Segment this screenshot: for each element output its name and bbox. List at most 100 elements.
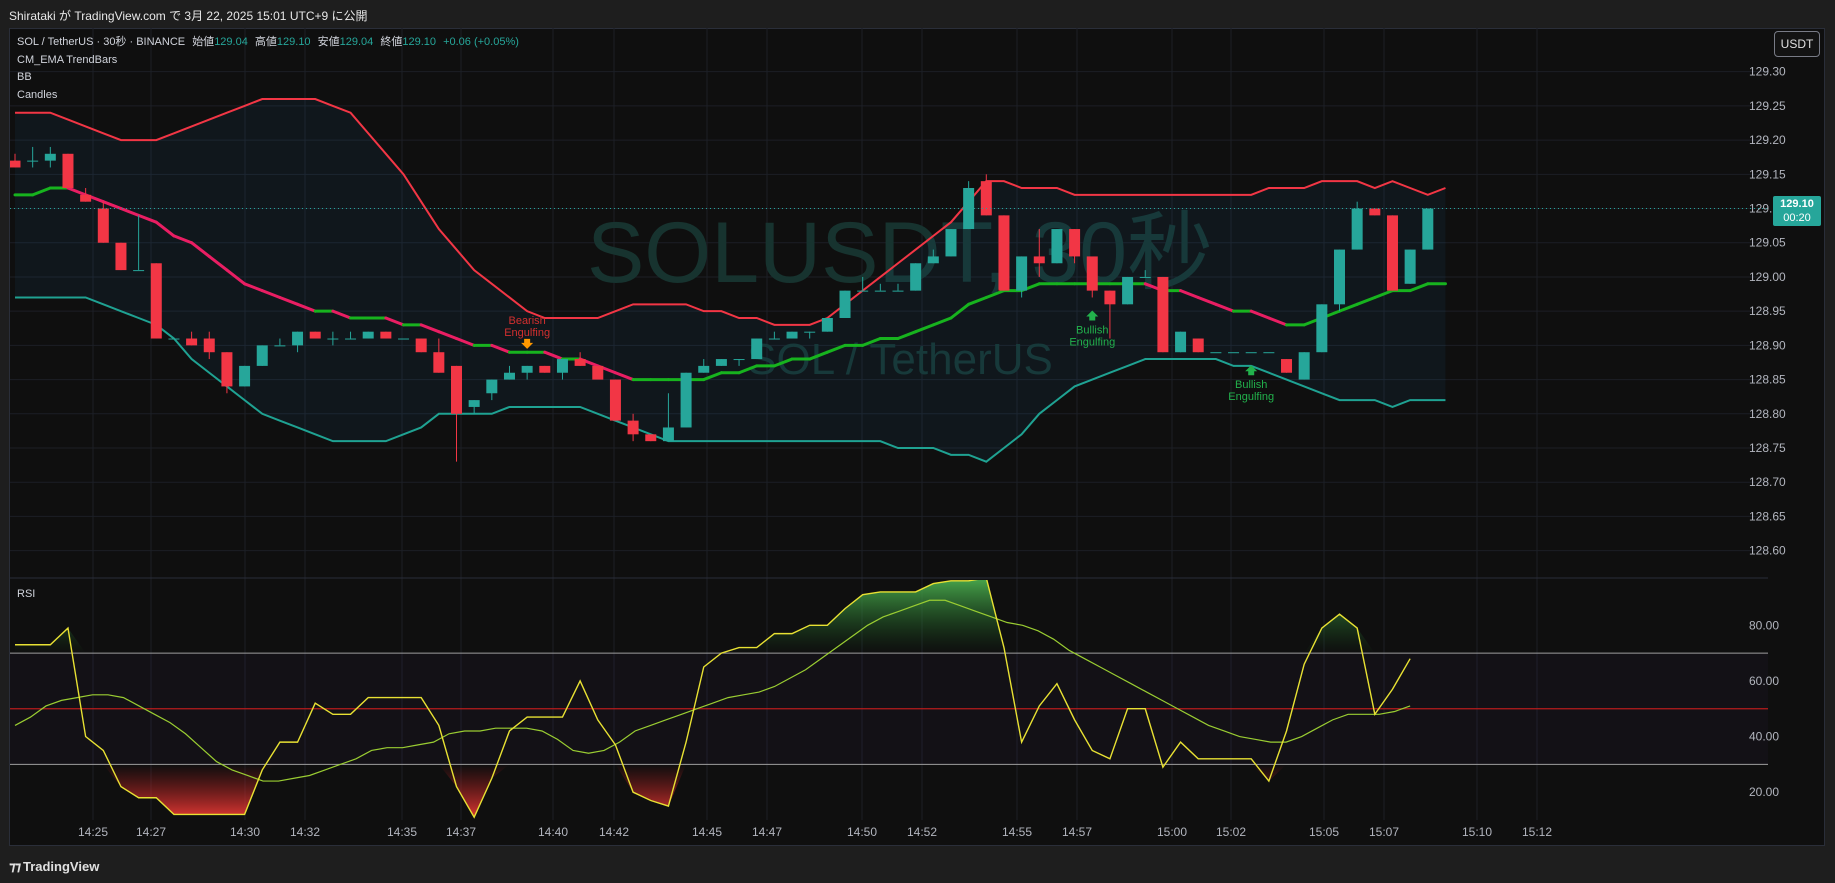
candle-body: [804, 331, 816, 333]
price-axis-tick: 128.90: [1749, 338, 1786, 352]
price-axis-tick: 128.80: [1749, 407, 1786, 421]
candle-body: [715, 359, 727, 366]
price-axis-tick: 129.25: [1749, 99, 1786, 113]
candle-body: [186, 338, 198, 346]
candle-body: [768, 338, 780, 340]
candle-body: [839, 290, 851, 318]
candle-body: [733, 359, 745, 361]
legend-change: +0.06 (+0.05%): [443, 36, 519, 48]
candle-body: [627, 420, 639, 435]
price-axis-tick: 128.75: [1749, 441, 1786, 455]
candle-body: [662, 427, 674, 442]
candle-body: [1386, 215, 1398, 291]
legend-low-label: 安値: [317, 36, 340, 48]
candle-body: [27, 160, 39, 162]
currency-button[interactable]: USDT: [1774, 31, 1820, 57]
candle-body: [1281, 359, 1293, 373]
candle-body: [468, 400, 480, 407]
candle-body: [1157, 276, 1169, 353]
candle-body: [309, 331, 321, 339]
candle-body: [609, 379, 621, 421]
pattern-label-bottom: Engulfing: [1228, 391, 1274, 403]
last-price-tag: 129.10 00:20: [1773, 196, 1821, 226]
price-axis-tick: 129.00: [1749, 270, 1786, 284]
price-axis-tick: 128.95: [1749, 304, 1786, 318]
candle-body: [1016, 256, 1028, 291]
candle-body: [115, 242, 127, 271]
time-axis-tick: 14:25: [78, 825, 108, 839]
candle-body: [1298, 352, 1310, 380]
rsi-overbought-fill: [15, 580, 1411, 654]
candle-body: [150, 263, 162, 339]
pattern-label-bottom: Engulfing: [504, 327, 550, 339]
candle-body: [1104, 290, 1116, 305]
candle-body: [1033, 256, 1045, 264]
candle-body: [1122, 276, 1134, 305]
time-axis-tick: 14:52: [907, 825, 937, 839]
time-axis-tick: 15:00: [1157, 825, 1187, 839]
tradingview-logo[interactable]: ⁊⁊ TradingView: [9, 859, 99, 875]
legend-open-value: 129.04: [214, 36, 248, 48]
tradingview-logo-icon: ⁊⁊: [9, 859, 23, 874]
candle-body: [821, 318, 833, 332]
time-axis-tick: 14:47: [752, 825, 782, 839]
legend: SOL / TetherUS · 30秒 · BINANCE 始値129.04 …: [17, 34, 519, 104]
time-axis-tick: 14:40: [538, 825, 568, 839]
time-axis-tick: 15:12: [1522, 825, 1552, 839]
candle-body: [521, 365, 533, 373]
last-price-value: 129.10: [1780, 198, 1814, 210]
candle-body: [433, 352, 445, 373]
legend-indicator-cm-ema[interactable]: CM_EMA TrendBars: [17, 52, 519, 70]
chart-svg[interactable]: 128.60 128.65 128.70 128.75 128.80 128.85 128.…: [0, 0, 1835, 883]
candle-body: [221, 352, 233, 387]
candle-body: [97, 208, 109, 243]
candle-body: [1263, 352, 1275, 354]
candle-body: [998, 215, 1010, 291]
candle-body: [574, 359, 586, 366]
time-axis-tick: 14:32: [290, 825, 320, 839]
candle-body: [857, 290, 869, 292]
candle-body: [963, 188, 975, 230]
price-axis-tick: 128.60: [1749, 544, 1786, 558]
legend-symbol[interactable]: SOL / TetherUS · 30秒 · BINANCE: [17, 36, 185, 48]
rsi-oversold-fill: [15, 764, 1411, 818]
legend-ohlc-row: SOL / TetherUS · 30秒 · BINANCE 始値129.04 …: [17, 34, 519, 52]
rsi-label: RSI: [17, 588, 35, 600]
candle-body: [1192, 338, 1204, 353]
legend-close-label: 終値: [380, 36, 403, 48]
candle-body: [415, 338, 427, 353]
candle-body: [892, 290, 904, 292]
candle-body: [80, 194, 92, 202]
rsi-axis-tick: 60.00: [1749, 674, 1779, 688]
time-axis-tick: 15:05: [1309, 825, 1339, 839]
candle-body: [168, 338, 180, 340]
candle-body: [680, 372, 692, 428]
price-axis-tick: 129.15: [1749, 167, 1786, 181]
candle-body: [10, 160, 21, 168]
candle-body: [786, 331, 798, 339]
tradingview-logo-text: TradingView: [22, 859, 100, 874]
legend-indicator-candles[interactable]: Candles: [17, 87, 519, 105]
candle-body: [451, 365, 462, 414]
pattern-label-top: Bullish: [1235, 379, 1267, 391]
time-axis-tick: 15:10: [1462, 825, 1492, 839]
candle-body: [1139, 276, 1151, 278]
candle-body: [380, 331, 392, 339]
price-axis-tick: 128.65: [1749, 509, 1786, 523]
candle-body: [1069, 229, 1081, 257]
candle-body: [239, 365, 251, 387]
candle-body: [1210, 352, 1222, 354]
candle-body: [1422, 208, 1434, 250]
candle-body: [1316, 304, 1328, 353]
candle-body: [945, 229, 957, 257]
candle-body: [1086, 256, 1098, 291]
time-axis-tick: 14:55: [1002, 825, 1032, 839]
rsi-axis-tick: 80.00: [1749, 618, 1779, 632]
legend-indicator-bb[interactable]: BB: [17, 69, 519, 87]
time-axis-tick: 14:45: [692, 825, 722, 839]
time-axis-tick: 15:07: [1369, 825, 1399, 839]
footer: ⁊⁊ TradingView: [0, 850, 1835, 883]
candle-body: [1351, 208, 1363, 250]
time-axis-tick: 14:37: [446, 825, 476, 839]
legend-open-label: 始値: [192, 36, 215, 48]
